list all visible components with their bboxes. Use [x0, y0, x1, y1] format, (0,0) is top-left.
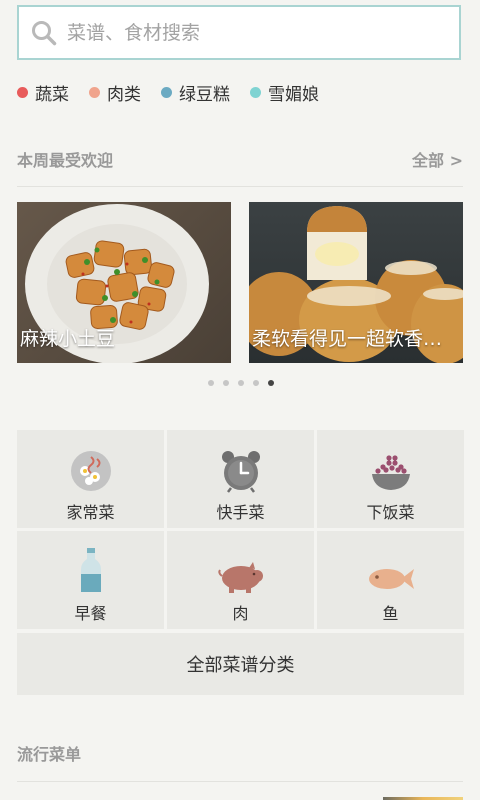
recipe-card-caption: 柔软看得见一超软香甜小面包: [252, 328, 463, 350]
tag-dot: [17, 87, 28, 98]
recipe-card[interactable]: 麻辣小土豆: [17, 202, 231, 363]
all-categories-button[interactable]: 全部菜谱分类: [17, 633, 464, 695]
category-fish[interactable]: 鱼: [317, 531, 464, 629]
weekly-more-link[interactable]: 全部 >: [412, 147, 463, 171]
tag-meat[interactable]: 肉类: [89, 80, 141, 105]
category-breakfast[interactable]: 早餐: [17, 531, 164, 629]
category-home-cooking[interactable]: 家常菜: [17, 430, 164, 528]
category-label: 鱼: [382, 604, 399, 623]
weekly-popular-title: 本周最受欢迎: [17, 151, 114, 170]
milk-bottle-icon: [80, 548, 101, 592]
tag-dot: [89, 87, 100, 98]
category-label: 肉: [232, 604, 249, 623]
tag-label: 绿豆糕: [179, 85, 230, 105]
tag-label: 蔬菜: [35, 85, 69, 105]
divider: [17, 186, 463, 187]
hot-tags: 蔬菜 肉类 绿豆糕 雪媚娘: [17, 80, 339, 105]
tag-label: 肉类: [107, 85, 141, 105]
carousel-dot[interactable]: [208, 380, 214, 386]
recipe-card[interactable]: 柔软看得见一超软香甜小面包: [249, 202, 463, 363]
recipe-card-caption: 麻辣小土豆: [20, 328, 116, 350]
trending-menu-title: 流行菜单: [17, 745, 82, 764]
divider: [17, 781, 463, 782]
tag-snow-mochi[interactable]: 雪媚娘: [250, 80, 319, 105]
fish-icon: [368, 569, 414, 589]
category-label: 快手菜: [216, 503, 265, 522]
tag-label: 雪媚娘: [268, 85, 319, 105]
tag-dot: [250, 87, 261, 98]
search-input[interactable]: [65, 11, 459, 54]
category-label: 下饭菜: [366, 503, 415, 522]
rice-bowl-icon: [371, 455, 410, 490]
search-icon: [32, 20, 57, 45]
category-meat[interactable]: 肉: [167, 531, 314, 629]
category-quick-dishes[interactable]: 快手菜: [167, 430, 314, 528]
search-box[interactable]: [17, 5, 461, 60]
carousel-dot[interactable]: [253, 380, 259, 386]
carousel-dot[interactable]: [238, 380, 244, 386]
category-rice-dishes[interactable]: 下饭菜: [317, 430, 464, 528]
carousel-indicator: [208, 380, 283, 386]
tag-mung-bean-cake[interactable]: 绿豆糕: [161, 80, 230, 105]
category-label: 早餐: [74, 604, 107, 623]
tag-vegetables[interactable]: 蔬菜: [17, 80, 69, 105]
carousel-dot[interactable]: [223, 380, 229, 386]
category-label: 家常菜: [66, 503, 115, 522]
pig-icon: [217, 562, 263, 593]
home-dish-icon: [70, 451, 111, 491]
tag-dot: [161, 87, 172, 98]
alarm-clock-icon: [221, 451, 260, 493]
carousel-dot-active[interactable]: [268, 380, 274, 386]
